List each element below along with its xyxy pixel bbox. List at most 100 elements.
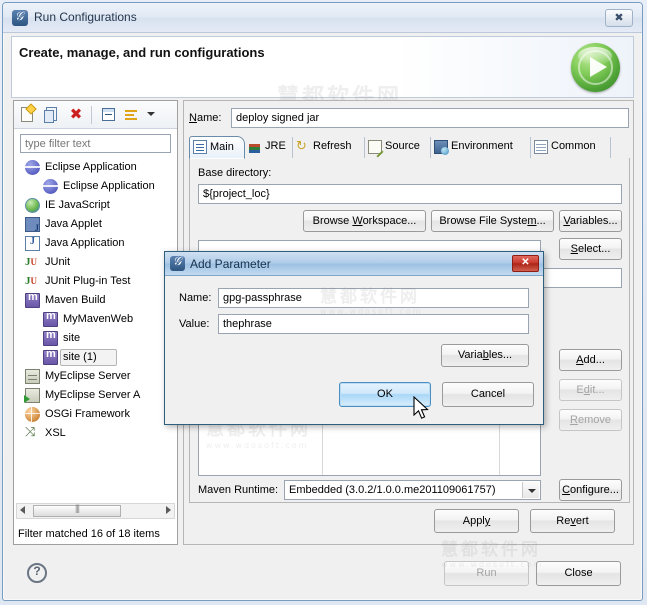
tree-item-label: IE JavaScript (45, 199, 110, 211)
add-parameter-dialog: Add Parameter Name: gpg-passphrase Value… (164, 251, 544, 425)
select-goals-button[interactable]: Select... (559, 238, 622, 260)
new-doc-icon (21, 107, 33, 122)
tab-environment[interactable]: Environment (431, 137, 531, 158)
add-parameter-button[interactable]: Add... (559, 349, 622, 371)
main-tab-icon (193, 140, 207, 154)
tree-item-mymavenweb[interactable]: MyMavenWeb (15, 310, 178, 329)
collapse-icon (102, 108, 115, 121)
tree-horizontal-scrollbar[interactable] (16, 503, 175, 519)
page-title: Create, manage, and run configurations (19, 45, 265, 60)
tree-item-ie-javascript[interactable]: IE JavaScript (15, 196, 178, 215)
chevron-down-icon[interactable] (522, 482, 539, 498)
maven-runtime-combo[interactable]: Embedded (3.0.2/1.0.0.me201109061757) (284, 480, 541, 500)
java-application-icon (25, 236, 40, 251)
dialog-cancel-button[interactable]: Cancel (442, 382, 534, 407)
tree-item-junit-plug-in-test[interactable]: JU JUnit Plug-in Test (15, 272, 178, 291)
configure-maven-runtime-button[interactable]: Configure... (559, 479, 622, 501)
screenshot-root: Run Configurations ✖ Create, manage, and… (0, 0, 647, 605)
browse-file-system-button[interactable]: Browse File System... (431, 210, 554, 232)
filter-button[interactable] (122, 105, 142, 125)
run-label: Run (476, 567, 497, 579)
close-button[interactable]: Close (536, 561, 621, 586)
config-tab-bar[interactable]: Main JRE ↻ Refresh Source Environment Common (189, 135, 630, 159)
tree-item-label: Eclipse Application (63, 180, 155, 192)
tab-main[interactable]: Main (189, 136, 245, 159)
config-name-label: Name: (189, 112, 222, 124)
filter-icon (125, 108, 139, 122)
toolbar-separator (91, 106, 92, 124)
param-name-input[interactable]: gpg-passphrase (218, 288, 529, 308)
tree-item-eclipse-application[interactable]: Eclipse Application (15, 158, 178, 177)
maven-build-icon (25, 291, 40, 308)
tab-label: JRE (265, 140, 286, 152)
param-value-input[interactable]: thephrase (218, 314, 529, 334)
base-dir-variables-button[interactable]: Variables... (559, 210, 622, 232)
tab-refresh[interactable]: ↻ Refresh (293, 137, 365, 158)
view-menu-chevron-icon[interactable] (147, 112, 155, 116)
tree-item-xsl[interactable]: ⤨ XSL (15, 424, 178, 443)
tree-item-label: Maven Build (45, 294, 106, 306)
play-triangle-icon (590, 57, 607, 77)
tree-item-myeclipse-server[interactable]: MyEclipse Server (15, 367, 178, 386)
scrollbar-thumb[interactable] (33, 503, 121, 517)
maven-runtime-value: Embedded (3.0.2/1.0.0.me201109061757) (289, 484, 496, 496)
browse-workspace-button[interactable]: Browse Workspace... (303, 210, 426, 232)
base-directory-label: Base directory: (198, 167, 272, 179)
green-run-orb-icon (571, 43, 620, 92)
scroll-left-arrow-icon[interactable] (20, 506, 25, 514)
tab-source[interactable]: Source (365, 137, 431, 158)
dialog-ok-button[interactable]: OK (339, 382, 431, 407)
run-button[interactable]: Run (444, 561, 529, 586)
filter-status-text: Filter matched 16 of 18 items (18, 528, 160, 540)
window-titlebar: Run Configurations ✖ (3, 3, 642, 33)
revert-button[interactable]: Revert (530, 509, 615, 533)
ie-javascript-icon (25, 198, 40, 213)
remove-parameter-button[interactable]: Remove (559, 409, 622, 431)
tree-item-label: OSGi Framework (45, 408, 130, 420)
delete-button[interactable]: ✖ (66, 105, 86, 125)
jre-tab-icon (248, 140, 262, 154)
tree-item-myeclipse-server-a[interactable]: MyEclipse Server A (15, 386, 178, 405)
tree-item-label: MyEclipse Server A (45, 389, 141, 401)
ok-label: OK (377, 388, 393, 400)
run-configurations-window: Run Configurations ✖ Create, manage, and… (2, 2, 643, 601)
configurations-tree[interactable]: Eclipse Application Eclipse Application IE… (15, 158, 178, 491)
eclipse-dialog-icon (170, 254, 185, 271)
help-question-icon[interactable] (27, 563, 47, 583)
param-variables-button[interactable]: Variables... (441, 344, 529, 367)
tree-item-site[interactable]: site (15, 329, 178, 348)
tree-item-site-1[interactable]: site (1) (15, 348, 178, 367)
tab-common[interactable]: Common (531, 137, 611, 158)
header-banner: Create, manage, and run configurations 慧… (11, 36, 634, 120)
cancel-label: Cancel (470, 388, 506, 400)
environment-tab-icon (434, 140, 449, 155)
tree-toolbar: ✖ (14, 101, 177, 129)
dialog-titlebar: Add Parameter (165, 252, 543, 276)
common-tab-icon (534, 140, 548, 154)
tree-item-junit[interactable]: JU JUnit (15, 253, 178, 272)
tree-item-java-application[interactable]: Java Application (15, 234, 178, 253)
dialog-close-button[interactable] (512, 255, 539, 272)
tree-item-eclipse-application[interactable]: Eclipse Application (15, 177, 178, 196)
base-directory-input[interactable]: ${project_loc} (198, 184, 622, 204)
maven-build-icon (43, 310, 58, 327)
param-name-label: Name: (179, 292, 212, 304)
scroll-right-arrow-icon[interactable] (166, 506, 171, 514)
maven-build-icon (43, 329, 58, 346)
collapse-all-button[interactable] (98, 105, 118, 125)
duplicate-button[interactable] (42, 105, 62, 125)
close-icon: ✖ (614, 12, 624, 24)
tree-item-maven-build[interactable]: Maven Build (15, 291, 178, 310)
tree-item-osgi-framework[interactable]: OSGi Framework (15, 405, 178, 424)
new-launch-configuration-button[interactable] (18, 105, 38, 125)
myeclipse-server-app-icon (24, 388, 40, 403)
apply-button[interactable]: Apply (434, 509, 519, 533)
close-label: Close (564, 567, 593, 579)
window-close-button[interactable]: ✖ (605, 9, 633, 27)
tree-item-java-applet[interactable]: Java Applet (15, 215, 178, 234)
filter-input[interactable]: type filter text (20, 134, 171, 153)
edit-parameter-button[interactable]: Edit... (559, 379, 622, 401)
tree-item-label: Java Applet (45, 218, 102, 230)
config-name-input[interactable]: deploy signed jar (231, 108, 629, 128)
tab-jre[interactable]: JRE (245, 137, 293, 158)
